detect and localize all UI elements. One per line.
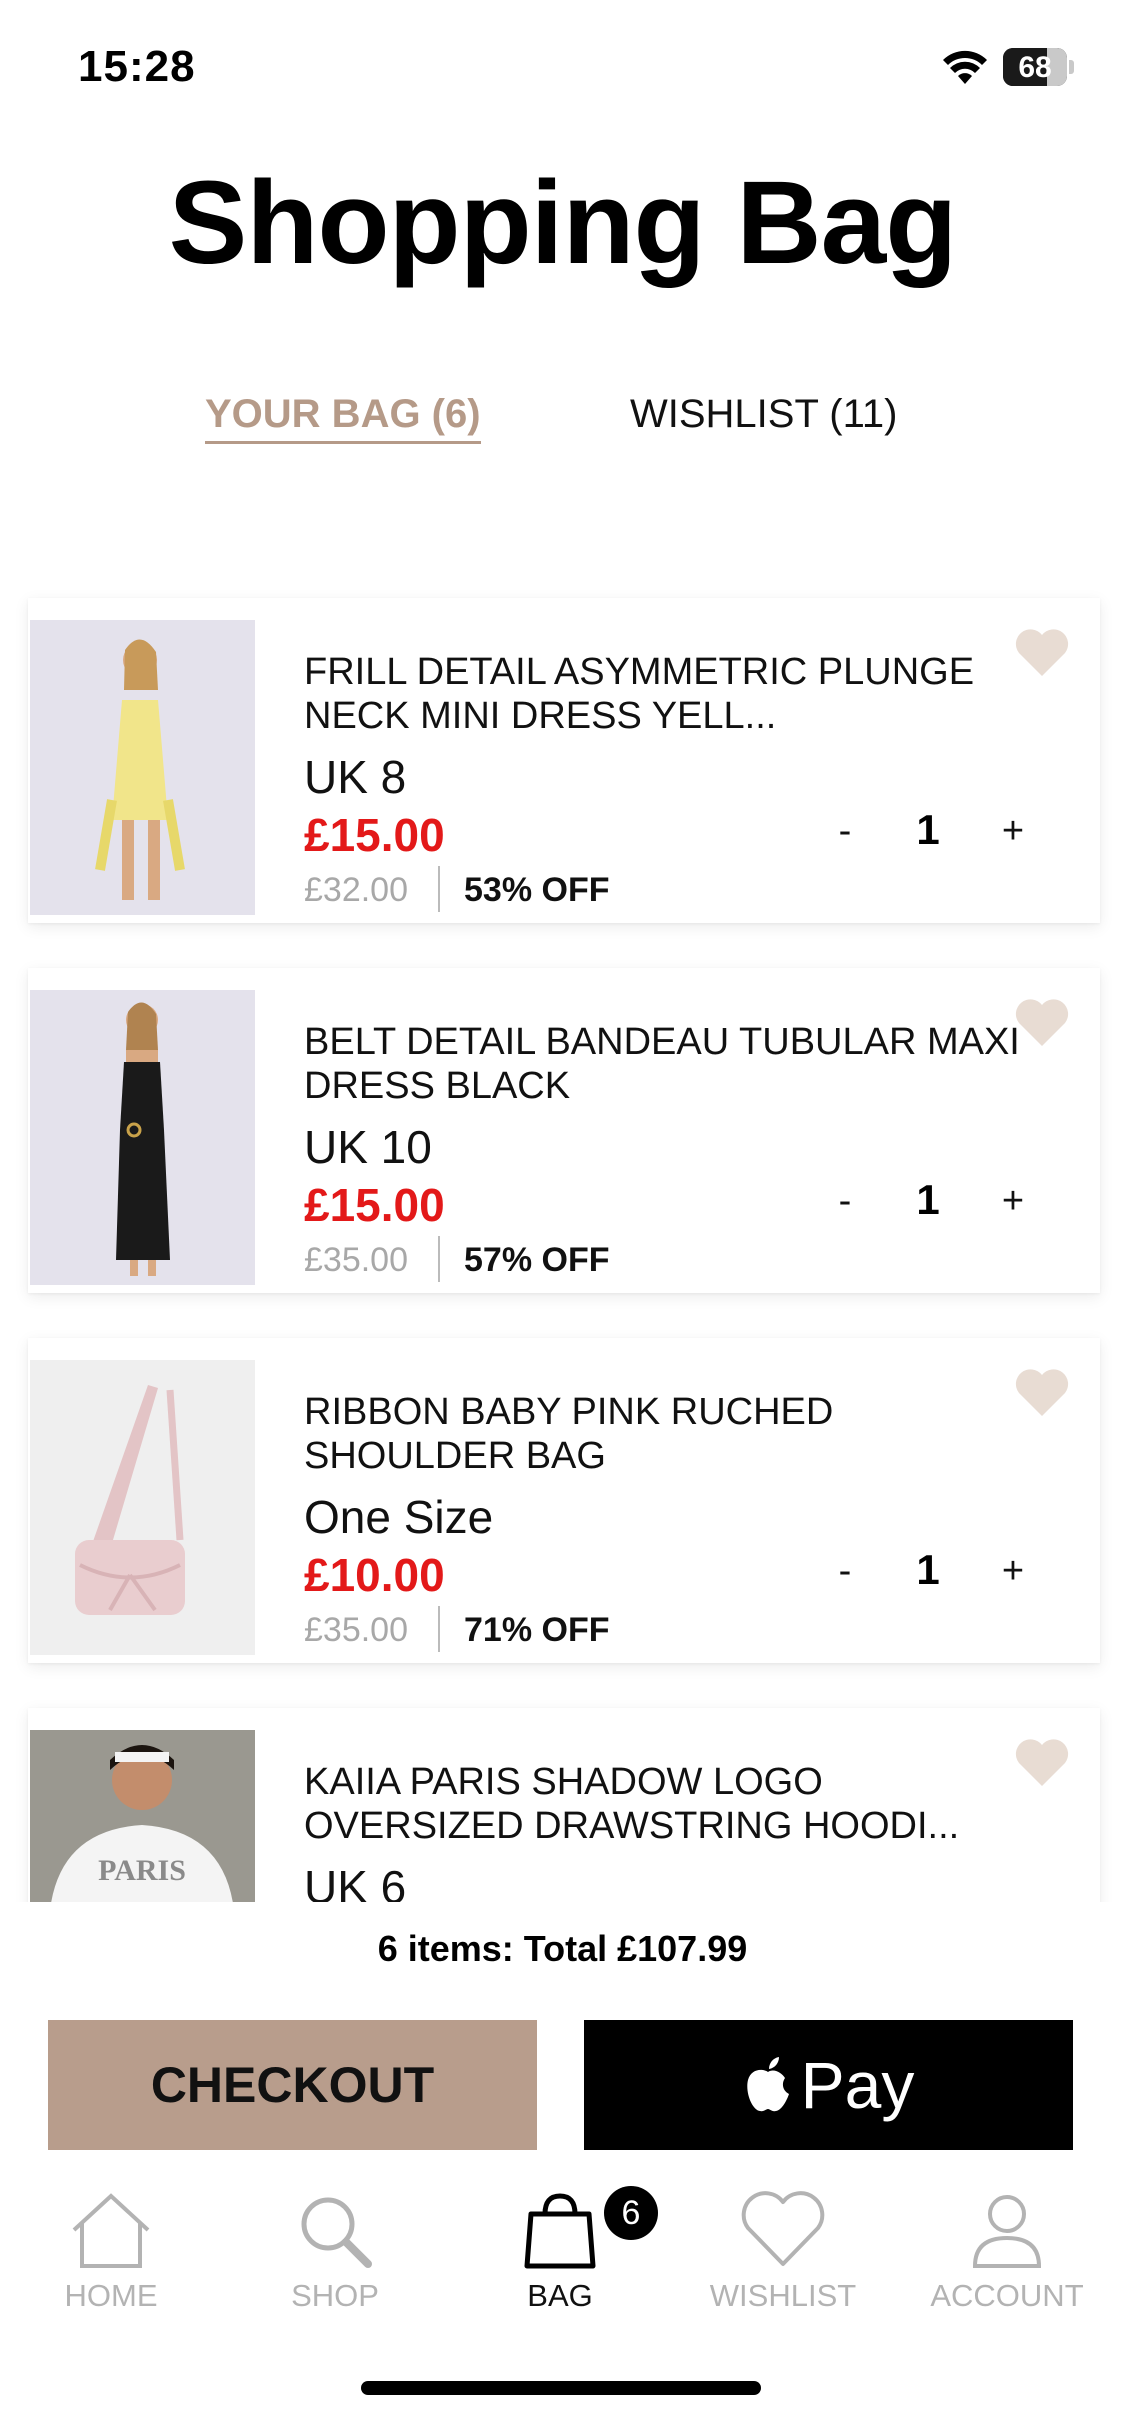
user-icon: [972, 2195, 1042, 2268]
original-price: £35.00: [304, 1611, 408, 1649]
bag-tabs: YOUR BAG (6) WISHLIST (11): [0, 392, 1125, 462]
product-size: One Size: [304, 1491, 494, 1543]
price-divider: [438, 1236, 440, 1282]
qty-decrease-button[interactable]: -: [820, 810, 870, 853]
nav-home-label: HOME: [64, 2278, 158, 2313]
page-title: Shopping Bag: [168, 157, 958, 289]
product-size: UK 6: [304, 1861, 407, 1902]
discount-label: 71% OFF: [464, 1611, 610, 1649]
product-name[interactable]: RIBBON BABY PINK RUCHED SHOULDER BAG: [304, 1390, 1024, 1478]
battery-percent: 68: [1018, 51, 1052, 84]
bottom-tab-bar: HOME SHOP BAG WISHLIST ACCOUNT: [0, 2180, 1125, 2330]
qty-value: 1: [916, 1176, 940, 1223]
sale-price: £10.00: [304, 1549, 445, 1601]
heart-icon[interactable]: [1014, 1368, 1070, 1418]
qty-value: 1: [916, 806, 940, 853]
nav-shop-label: SHOP: [291, 2278, 379, 2313]
product-name[interactable]: KAIIA PARIS SHADOW LOGO OVERSIZED DRAWST…: [304, 1760, 1024, 1848]
qty-increase-button[interactable]: +: [988, 1180, 1038, 1223]
qty-increase-button[interactable]: +: [988, 1550, 1038, 1593]
tab-your-bag[interactable]: YOUR BAG (6): [205, 392, 481, 444]
product-image[interactable]: [30, 1360, 255, 1655]
heart-icon[interactable]: [1014, 998, 1070, 1048]
home-icon: [72, 2193, 150, 2268]
nav-shop[interactable]: SHOP: [230, 2180, 440, 2314]
tab-wishlist[interactable]: WISHLIST (11): [630, 392, 897, 437]
product-photo-yellow-dress: [30, 620, 255, 915]
battery-icon: 68: [1003, 48, 1067, 86]
price-divider: [438, 866, 440, 912]
product-name[interactable]: BELT DETAIL BANDEAU TUBULAR MAXI DRESS B…: [304, 1020, 1024, 1108]
product-name[interactable]: FRILL DETAIL ASYMMETRIC PLUNGE NECK MINI…: [304, 650, 1024, 738]
bag-item-list[interactable]: FRILL DETAIL ASYMMETRIC PLUNGE NECK MINI…: [0, 590, 1125, 1902]
bag-total: 6 items: Total £107.99: [377, 1928, 748, 1969]
bag-icon: [524, 2193, 596, 2269]
status-time: 15:28: [78, 42, 196, 91]
search-icon: [301, 2197, 372, 2268]
product-photo-pink-bag: [30, 1360, 255, 1655]
nav-wishlist-label: WISHLIST: [709, 2278, 857, 2313]
bag-item[interactable]: BELT DETAIL BANDEAU TUBULAR MAXI DRESS B…: [28, 968, 1100, 1293]
bag-item[interactable]: FRILL DETAIL ASYMMETRIC PLUNGE NECK MINI…: [28, 598, 1100, 923]
product-image[interactable]: PARIS: [30, 1730, 255, 1902]
product-size: UK 8: [304, 751, 407, 803]
heart-icon[interactable]: [1014, 1738, 1070, 1788]
bag-item[interactable]: PARIS KAIIA PARIS SHADOW LOGO OVERSIZED …: [28, 1708, 1100, 1902]
checkout-button[interactable]: CHECKOUT: [48, 2020, 537, 2150]
product-photo-black-dress: [30, 990, 255, 1285]
discount-label: 57% OFF: [464, 1241, 610, 1279]
product-image[interactable]: [30, 990, 255, 1285]
bag-count-badge: 6: [604, 2186, 658, 2240]
home-indicator: [361, 2381, 761, 2395]
original-price: £32.00: [304, 871, 408, 909]
heart-icon[interactable]: [1014, 628, 1070, 678]
price-divider: [438, 1606, 440, 1652]
nav-account[interactable]: ACCOUNT: [902, 2180, 1112, 2314]
apple-logo-icon: [746, 2057, 789, 2112]
nav-account-label: ACCOUNT: [930, 2278, 1084, 2313]
qty-increase-button[interactable]: +: [988, 810, 1038, 853]
qty-decrease-button[interactable]: -: [820, 1550, 870, 1593]
apple-pay-label: Pay: [800, 2048, 915, 2122]
sale-price: £15.00: [304, 809, 445, 861]
discount-label: 53% OFF: [464, 871, 610, 909]
bag-item[interactable]: RIBBON BABY PINK RUCHED SHOULDER BAG One…: [28, 1338, 1100, 1663]
sale-price: £15.00: [304, 1179, 445, 1231]
battery-nub: [1069, 60, 1074, 74]
apple-pay-button[interactable]: Pay: [584, 2020, 1073, 2150]
nav-bag-label: BAG: [527, 2278, 593, 2313]
qty-decrease-button[interactable]: -: [820, 1180, 870, 1223]
svg-text:PARIS: PARIS: [98, 1854, 186, 1887]
nav-home[interactable]: HOME: [6, 2180, 216, 2314]
wifi-icon: [943, 50, 987, 84]
qty-value: 1: [916, 1546, 940, 1593]
nav-wishlist[interactable]: WISHLIST: [678, 2180, 888, 2314]
status-bar: 15:28 68: [0, 0, 1125, 140]
original-price: £35.00: [304, 1241, 408, 1279]
checkout-label: CHECKOUT: [150, 2057, 435, 2113]
product-size: UK 10: [304, 1121, 432, 1173]
product-image[interactable]: [30, 620, 255, 915]
product-photo-white-hoodie: PARIS: [30, 1730, 255, 1902]
heart-outline-icon: [741, 2191, 825, 2266]
